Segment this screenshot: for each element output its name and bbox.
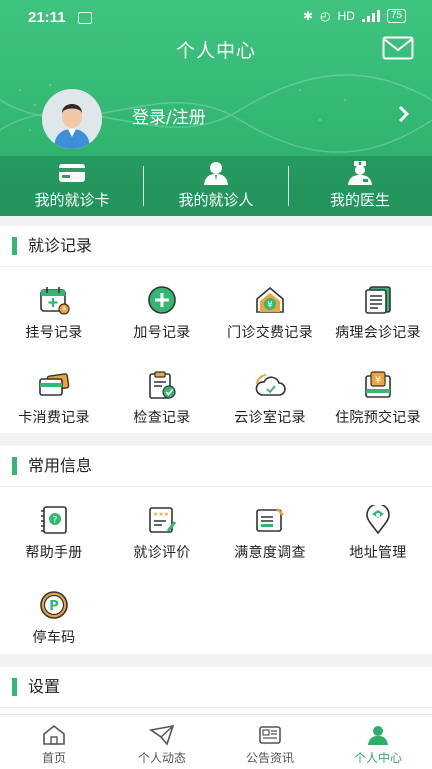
avatar[interactable] [42, 89, 102, 149]
grid-item-label: 满意度调查 [234, 545, 306, 561]
grid-item-registration-records[interactable]: 挂号记录 [0, 267, 108, 352]
network-type: HD [337, 9, 355, 23]
home-icon [43, 724, 65, 745]
grid-item-label: 云诊室记录 [234, 410, 306, 426]
grid-item-address-management[interactable]: 地址管理 [324, 487, 432, 572]
tab-label: 个人中心 [353, 751, 402, 765]
battery-indicator: 75 [386, 9, 406, 23]
quick-link-label: 我的就诊人 [178, 191, 254, 209]
grid-item-label: 病理会诊记录 [335, 325, 421, 341]
svg-text:★★★: ★★★ [153, 511, 169, 518]
section-settings: 设置 [0, 667, 432, 714]
grid-item-label: 检查记录 [133, 410, 191, 426]
tab-announcements[interactable]: 公告资讯 [216, 715, 324, 769]
grid-item-visit-rating[interactable]: ★★★ 就诊评价 [108, 487, 216, 572]
chevron-right-icon[interactable] [398, 105, 410, 123]
quick-link-my-patient[interactable]: 我的就诊人 [144, 156, 288, 216]
plus-circle-icon [148, 286, 176, 314]
grid-item-parking-code[interactable]: P 停车码 [0, 572, 108, 657]
cloud-icon [255, 374, 286, 396]
status-indicators: ✱ ◴ HD 75 [303, 9, 406, 23]
signal-icon [361, 10, 380, 22]
section-common-info: 常用信息 ? 帮助手册 ★★★ 就诊评价 满意度调查 地址管理 P 停车码 [0, 446, 432, 654]
parking-icon: P [40, 591, 68, 619]
user-avatar-icon [42, 89, 102, 149]
clipboard-check-icon [149, 371, 176, 399]
status-bar: 21:11 ✱ ◴ HD 75 [0, 0, 432, 34]
grid-item-label: 卡消费记录 [18, 410, 90, 426]
grid-item-satisfaction-survey[interactable]: 满意度调查 [216, 487, 324, 572]
grid-item-label: 地址管理 [349, 545, 407, 561]
svg-text:¥: ¥ [375, 375, 381, 386]
tab-label: 个人动态 [137, 751, 186, 765]
person-icon [204, 162, 228, 185]
card-icon [59, 164, 85, 182]
grid-item-cloud-clinic-records[interactable]: 云诊室记录 [216, 352, 324, 437]
calendar-plus-icon [40, 287, 70, 315]
grid-item-label: 挂号记录 [25, 325, 83, 341]
grid-item-outpatient-payment-records[interactable]: ¥ 门诊交费记录 [216, 267, 324, 352]
news-icon [259, 726, 281, 744]
divider [143, 166, 144, 206]
section-title-settings[interactable]: 设置 [0, 667, 432, 708]
grid-item-label: 就诊评价 [133, 545, 191, 561]
login-register-link[interactable]: 登录/注册 [132, 103, 206, 128]
quick-link-my-doctor[interactable]: 我的医生 [288, 156, 432, 216]
survey-icon [256, 508, 284, 532]
location-icon [366, 505, 390, 535]
yuan-house-icon: ¥ [256, 286, 284, 313]
quick-link-label: 我的就诊卡 [34, 191, 110, 209]
grid-item-label: 加号记录 [133, 325, 191, 341]
grid-item-label: 门诊交费记录 [227, 325, 313, 341]
tab-label: 公告资讯 [245, 751, 294, 765]
bluetooth-icon: ✱ [302, 9, 314, 23]
tab-home[interactable]: 首页 [0, 715, 108, 769]
grid-item-label: 住院预交记录 [335, 410, 421, 426]
svg-text:¥: ¥ [267, 301, 273, 311]
grid-item-examination-records[interactable]: 检查记录 [108, 352, 216, 437]
profile-header: 21:11 ✱ ◴ HD 75 个人中心 登录/注册 我的就诊卡 我的就诊人 我… [0, 0, 432, 216]
quick-links-bar: 我的就诊卡 我的就诊人 我的医生 [0, 156, 432, 216]
grid-item-label: 停车码 [32, 630, 76, 646]
tab-label: 首页 [41, 751, 66, 765]
doctor-icon [348, 161, 372, 185]
bottom-tab-bar: 首页 个人动态 公告资讯 个人中心 [0, 714, 432, 769]
help-book-icon: ? [41, 506, 67, 534]
mail-icon[interactable] [382, 36, 414, 60]
svg-text:?: ? [53, 516, 58, 526]
svg-text:P: P [49, 599, 59, 614]
section-title-records: 就诊记录 [0, 226, 432, 267]
grid-item-add-number-records[interactable]: 加号记录 [108, 267, 216, 352]
section-title-common-info: 常用信息 [0, 446, 432, 487]
section-records: 就诊记录 挂号记录 加号记录 ¥ 门诊交费记录 病理会诊记录 卡消费记录 检查记… [0, 226, 432, 433]
grid-item-inpatient-prepay-records[interactable]: ¥ 住院预交记录 [324, 352, 432, 437]
quick-link-label: 我的医生 [329, 191, 390, 209]
divider [288, 166, 289, 206]
grid-item-pathology-consult-records[interactable]: 病理会诊记录 [324, 267, 432, 352]
rating-icon: ★★★ [149, 507, 177, 533]
mail-send-icon [149, 724, 175, 746]
tab-personal-news[interactable]: 个人动态 [108, 715, 216, 769]
common-info-grid: ? 帮助手册 ★★★ 就诊评价 满意度调查 地址管理 P 停车码 [0, 487, 432, 657]
page-title: 个人中心 [175, 40, 256, 62]
report-icon [365, 286, 391, 314]
tab-personal-center[interactable]: 个人中心 [324, 715, 432, 769]
quick-link-my-card[interactable]: 我的就诊卡 [0, 156, 144, 216]
grid-item-label: 帮助手册 [25, 545, 83, 561]
yuan-doc-icon: ¥ [365, 371, 391, 398]
grid-item-help-manual[interactable]: ? 帮助手册 [0, 487, 108, 572]
status-time: 21:11 [28, 9, 66, 26]
user-icon [368, 726, 388, 745]
grid-item-card-consumption-records[interactable]: 卡消费记录 [0, 352, 108, 437]
gallery-notification-icon [78, 12, 92, 24]
cards-icon [39, 373, 70, 396]
alarm-icon: ◴ [320, 9, 331, 23]
records-grid: 挂号记录 加号记录 ¥ 门诊交费记录 病理会诊记录 卡消费记录 检查记录 云诊室… [0, 267, 432, 437]
